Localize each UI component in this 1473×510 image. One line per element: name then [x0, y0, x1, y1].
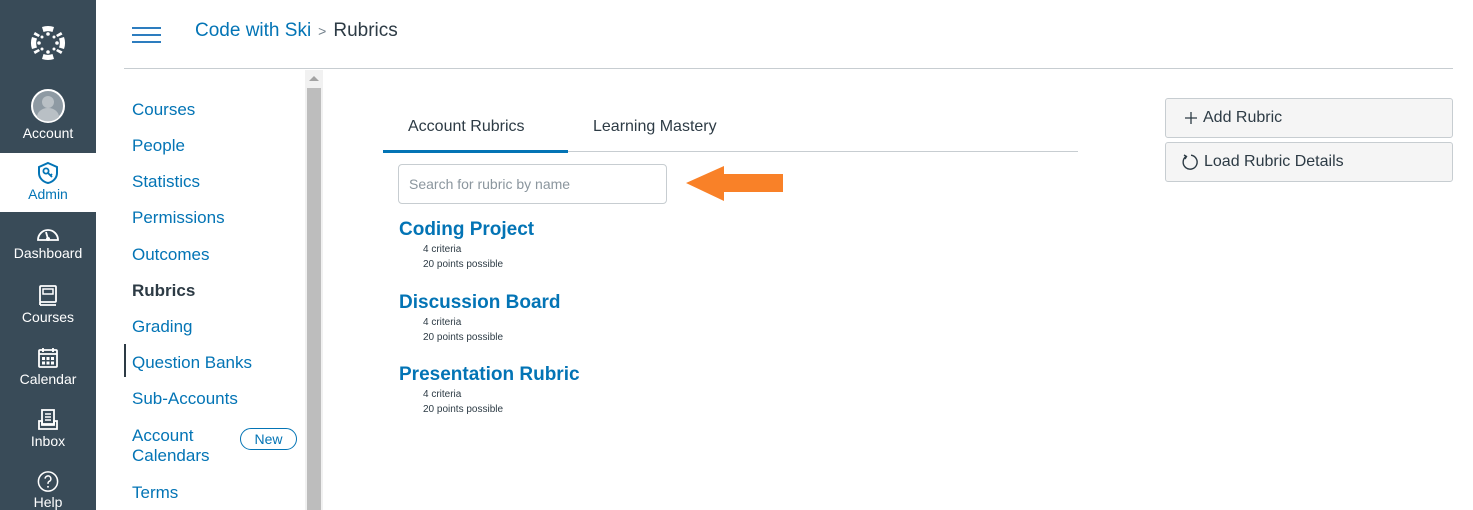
- menu-toggle-button[interactable]: [132, 27, 161, 44]
- section-nav-grading[interactable]: Grading: [132, 317, 192, 337]
- rubric-title-link[interactable]: Discussion Board: [399, 292, 561, 314]
- rubric-list-item: Discussion Board 4 criteria 20 points po…: [399, 292, 561, 345]
- section-nav-scrollbar[interactable]: [305, 70, 323, 510]
- rubric-criteria: 4 criteria: [423, 389, 462, 400]
- rubric-title-link[interactable]: Coding Project: [399, 219, 534, 241]
- tab-account-rubrics[interactable]: Account Rubrics: [408, 118, 525, 136]
- help-icon: [37, 471, 59, 492]
- nav-label: Account: [22, 125, 74, 141]
- header-divider: [124, 68, 1453, 69]
- hamburger-icon-line: [132, 41, 161, 43]
- rubric-list-item: Coding Project 4 criteria 20 points poss…: [399, 219, 534, 272]
- nav-label: Inbox: [30, 433, 66, 449]
- load-rubric-details-label: Load Rubric Details: [1204, 153, 1344, 170]
- annotation-arrow-icon: [686, 166, 783, 201]
- section-nav-outcomes[interactable]: Outcomes: [132, 245, 209, 265]
- nav-item-courses[interactable]: Courses: [0, 284, 96, 336]
- section-nav-sub-accounts[interactable]: Sub-Accounts: [132, 389, 238, 409]
- calendar-icon: [38, 348, 58, 368]
- breadcrumb: Code with Ski > Rubrics: [195, 20, 398, 42]
- avatar-icon: [31, 89, 65, 123]
- nav-label: Courses: [21, 309, 75, 325]
- active-indicator: [124, 344, 126, 377]
- section-nav-permissions[interactable]: Permissions: [132, 208, 225, 228]
- tab-learning-mastery[interactable]: Learning Mastery: [593, 118, 717, 136]
- scrollbar-thumb[interactable]: [307, 88, 321, 510]
- active-tab-indicator: [383, 150, 568, 153]
- plus-icon: [1184, 111, 1198, 125]
- nav-item-inbox[interactable]: Inbox: [0, 408, 96, 460]
- inbox-icon: [38, 409, 58, 430]
- rubric-points: 20 points possible: [423, 259, 504, 270]
- nav-label-line: Account: [132, 426, 194, 445]
- admin-shield-icon: [38, 161, 58, 185]
- breadcrumb-current: Rubrics: [333, 20, 398, 41]
- add-rubric-label: Add Rubric: [1203, 109, 1283, 126]
- breadcrumb-link-account[interactable]: Code with Ski: [195, 20, 311, 42]
- rubric-title-link[interactable]: Presentation Rubric: [399, 364, 580, 386]
- scroll-up-arrow-icon[interactable]: [309, 76, 319, 81]
- refresh-icon: [1181, 153, 1199, 171]
- new-badge: New: [240, 428, 297, 450]
- rubric-tabs: Account Rubrics Learning Mastery: [383, 108, 1078, 153]
- nav-label: Calendar: [19, 371, 77, 387]
- nav-label-line: Calendars: [132, 446, 210, 465]
- nav-item-help[interactable]: Help: [0, 470, 96, 510]
- hamburger-icon-line: [132, 34, 161, 36]
- section-nav-account-calendars[interactable]: Account Calendars: [132, 426, 210, 466]
- add-rubric-button[interactable]: Add Rubric: [1165, 98, 1453, 138]
- nav-label: Help: [33, 494, 63, 510]
- nav-item-dashboard[interactable]: Dashboard: [0, 222, 96, 274]
- canvas-logo[interactable]: [0, 0, 96, 86]
- breadcrumb-separator: >: [318, 23, 327, 39]
- section-nav-people[interactable]: People: [132, 136, 185, 156]
- rubric-criteria: 4 criteria: [423, 244, 462, 255]
- nav-item-account[interactable]: Account: [0, 86, 96, 150]
- canvas-logo-icon: [30, 25, 66, 61]
- load-rubric-details-button[interactable]: Load Rubric Details: [1165, 142, 1453, 182]
- nav-item-admin[interactable]: Admin: [0, 153, 96, 212]
- rubric-points: 20 points possible: [423, 404, 504, 415]
- section-nav: Courses People Statistics Permissions Ou…: [124, 70, 306, 510]
- section-nav-courses[interactable]: Courses: [132, 100, 195, 120]
- courses-book-icon: [39, 285, 57, 306]
- rubric-list-item: Presentation Rubric 4 criteria 20 points…: [399, 364, 580, 417]
- dashboard-icon: [37, 229, 59, 241]
- nav-label: Admin: [28, 186, 68, 202]
- section-nav-statistics[interactable]: Statistics: [132, 172, 200, 192]
- hamburger-icon: [132, 27, 161, 29]
- section-nav-rubrics[interactable]: Rubrics: [132, 281, 195, 301]
- nav-item-calendar[interactable]: Calendar: [0, 346, 96, 398]
- section-nav-question-banks[interactable]: Question Banks: [132, 353, 252, 373]
- section-nav-terms[interactable]: Terms: [132, 483, 178, 503]
- rubric-points: 20 points possible: [423, 332, 504, 343]
- nav-label: Dashboard: [13, 245, 83, 261]
- rubric-criteria: 4 criteria: [423, 317, 462, 328]
- rubric-search-input[interactable]: [398, 164, 667, 204]
- global-nav: Account Admin Dashboard Courses Calendar…: [0, 0, 96, 510]
